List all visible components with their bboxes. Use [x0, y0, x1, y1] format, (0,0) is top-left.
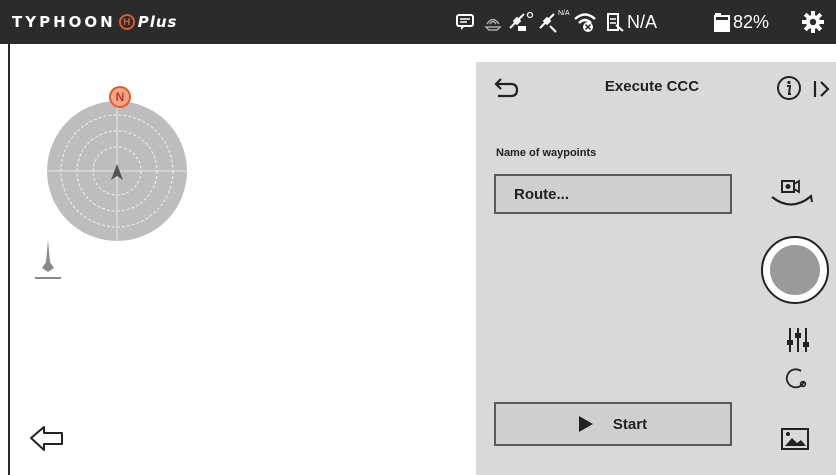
- message-icon[interactable]: [455, 8, 475, 36]
- play-icon: [578, 416, 593, 432]
- typhoon-logo: TYPHOON H Plus: [12, 10, 177, 34]
- wifi-off-icon: [573, 8, 597, 36]
- logo-h-badge: H: [118, 14, 135, 30]
- left-edge-divider: [8, 44, 10, 475]
- drone-battery-icon: [712, 8, 732, 36]
- remote-battery-icon: [606, 8, 626, 36]
- gimbal-reset-icon[interactable]: [784, 366, 810, 392]
- gallery-icon[interactable]: [780, 427, 810, 451]
- top-status-bar: TYPHOON H Plus N/A N/A 82%: [0, 0, 836, 44]
- radar-compass: [46, 100, 188, 242]
- waypoint-panel: Execute CCC Name of waypoints Route... S…: [476, 62, 836, 475]
- remote-satellite-icon: N/A: [538, 8, 570, 36]
- settings-gear-icon[interactable]: [801, 8, 825, 36]
- back-arrow-icon[interactable]: [28, 424, 68, 454]
- gps-satellite-icon: [508, 8, 534, 36]
- drone-battery-value: 82%: [733, 11, 770, 32]
- compass-north-marker: N: [109, 86, 131, 108]
- panel-collapse-icon[interactable]: [812, 78, 832, 100]
- signal-icon: [483, 8, 503, 36]
- altitude-icon: [34, 240, 62, 282]
- camera-settings-sliders-icon[interactable]: [785, 326, 811, 354]
- info-icon[interactable]: [776, 75, 802, 101]
- logo-plus: Plus: [137, 13, 178, 31]
- compass-north-label: N: [115, 90, 125, 104]
- start-button-label: Start: [612, 415, 648, 433]
- waypoints-label: Name of waypoints: [496, 147, 597, 159]
- camera-switch-icon[interactable]: [768, 178, 814, 212]
- logo-word: TYPHOON: [12, 13, 116, 31]
- gps-na-superscript: N/A: [558, 9, 570, 17]
- route-select-field[interactable]: Route...: [494, 174, 732, 214]
- shutter-button[interactable]: [760, 235, 830, 305]
- start-button[interactable]: Start: [494, 402, 732, 446]
- remote-battery-value: N/A: [627, 11, 658, 32]
